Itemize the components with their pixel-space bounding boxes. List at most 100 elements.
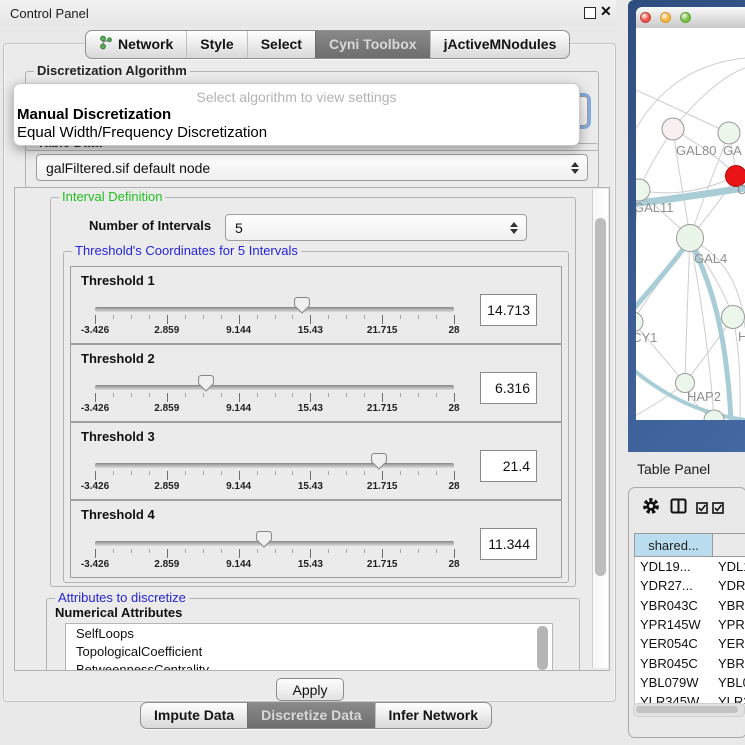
node-label: GCY1 xyxy=(636,330,657,345)
table-cell: YPR1 xyxy=(713,617,745,632)
slider-ticks xyxy=(95,549,454,559)
tab-discretize-data[interactable]: Discretize Data xyxy=(247,703,374,728)
network-node[interactable] xyxy=(722,306,745,329)
slider-thumb[interactable] xyxy=(371,453,387,470)
tick-label: 21.715 xyxy=(367,403,398,414)
tab-network[interactable]: Network xyxy=(86,31,186,58)
column-header[interactable]: shared... xyxy=(635,534,713,557)
network-icon xyxy=(99,35,112,53)
table-row[interactable]: YPR145WYPR1 xyxy=(635,615,745,634)
traffic-light-zoom[interactable] xyxy=(680,12,691,23)
network-node[interactable] xyxy=(677,225,704,252)
tab-style[interactable]: Style xyxy=(186,31,246,58)
scrollbar-thumb[interactable] xyxy=(595,218,606,576)
network-node[interactable] xyxy=(636,312,643,332)
slider-track[interactable] xyxy=(95,307,454,312)
tab-label: Style xyxy=(200,36,233,52)
numerical-attributes-list[interactable]: SelfLoopsTopologicalCoefficientBetweenne… xyxy=(65,623,553,671)
tick-label: 2.859 xyxy=(154,325,179,336)
dropdown-placeholder: Select algorithm to view settings xyxy=(14,89,579,105)
dropdown-option-manual-discretization[interactable]: Manual Discretization xyxy=(17,106,171,123)
slider-thumb[interactable] xyxy=(294,297,310,314)
tab-label: jActiveMNodules xyxy=(444,36,557,52)
tick-label: -3.426 xyxy=(81,325,109,336)
num-intervals-combo[interactable]: 5 xyxy=(225,214,527,241)
numerical-attributes-label: Numerical Attributes xyxy=(55,605,182,620)
traffic-light-minimize[interactable] xyxy=(660,12,671,23)
select-all-checkbox-icon[interactable] xyxy=(696,501,708,519)
tick-label: 21.715 xyxy=(367,325,398,336)
table-row[interactable]: YER054CYER0 xyxy=(635,634,745,653)
threshold-value-field[interactable]: 6.316 xyxy=(480,372,537,404)
group-title: Interval Definition xyxy=(59,190,165,204)
slider-track[interactable] xyxy=(95,541,454,546)
attribute-list-item[interactable]: TopologicalCoefficient xyxy=(66,642,552,660)
column-header[interactable]: na xyxy=(713,534,745,557)
table-cell: YER0 xyxy=(713,636,745,651)
float-window-icon[interactable] xyxy=(584,7,596,19)
threshold-label: Threshold 3 xyxy=(81,429,155,444)
slider-tick-labels: -3.4262.8599.14415.4321.71528 xyxy=(95,481,454,493)
tick-label: 15.43 xyxy=(298,559,323,570)
close-icon[interactable]: ✕ xyxy=(600,3,612,20)
attributes-group: Attributes to discretize Numerical Attri… xyxy=(46,598,580,671)
attribute-list-item[interactable]: BetweennessCentrality xyxy=(66,660,552,671)
dropdown-option-equal-width-frequency[interactable]: Equal Width/Frequency Discretization xyxy=(17,124,267,141)
table-cell: YBL0 xyxy=(713,675,745,690)
slider-track[interactable] xyxy=(95,463,454,468)
table-cell: YBL079W xyxy=(635,675,713,690)
tab-infer-network[interactable]: Infer Network xyxy=(375,703,491,728)
settings-gear-icon[interactable] xyxy=(642,497,660,520)
list-scrollbar-thumb[interactable] xyxy=(537,626,548,670)
horizontal-scrollbar[interactable] xyxy=(633,703,745,717)
threshold-value-field[interactable]: 21.4 xyxy=(480,450,537,482)
split-columns-icon[interactable] xyxy=(670,498,687,519)
combo-arrows-icon xyxy=(510,222,518,234)
deselect-all-checkbox-icon[interactable] xyxy=(712,501,724,519)
threshold-value-field[interactable]: 14.713 xyxy=(480,294,537,326)
slider-thumb[interactable] xyxy=(198,375,214,392)
tab-label: Impute Data xyxy=(154,707,234,723)
network-node[interactable] xyxy=(636,179,650,201)
threshold-panel-4: Threshold 4-3.4262.8599.14415.4321.71528… xyxy=(70,500,562,578)
threshold-value-field[interactable]: 11.344 xyxy=(480,528,537,560)
settings-scroll-viewport: Interval Definition Number of Intervals … xyxy=(14,187,610,671)
view-tabs: Network Style Select Cyni Toolbox jActiveMNo… xyxy=(85,30,570,59)
table-row[interactable]: YBR045CYBR0 xyxy=(635,653,745,672)
tick-label: 28 xyxy=(448,481,459,492)
table-row[interactable]: YDL19...YDL1 xyxy=(635,557,745,576)
slider-thumb[interactable] xyxy=(256,531,272,548)
tick-label: 28 xyxy=(448,403,459,414)
network-canvas[interactable]: GAL80GACGAL11GAL4GCY1HHAP2 xyxy=(636,28,745,420)
table-row[interactable]: YDR27...YDR2 xyxy=(635,576,745,595)
scrollbar-thumb[interactable] xyxy=(636,706,738,713)
threshold-panel-1: Threshold 1-3.4262.8599.14415.4321.71528… xyxy=(70,266,562,344)
table-row[interactable]: YBL079WYBL0 xyxy=(635,673,745,692)
table-panel: shared...na YDL19...YDL1YDR27...YDR2YBR0… xyxy=(628,487,745,738)
slider-tick-labels: -3.4262.8599.14415.4321.71528 xyxy=(95,325,454,337)
table-data-combo[interactable]: galFiltered.sif default node xyxy=(36,154,588,181)
slider-ticks xyxy=(95,393,454,403)
network-node[interactable] xyxy=(718,122,740,144)
control-panel: Control Panel ✕ Network Style Select Cyni T… xyxy=(0,0,616,745)
node-label: H xyxy=(738,329,745,344)
tab-select[interactable]: Select xyxy=(247,31,315,58)
tab-label: Cyni Toolbox xyxy=(329,36,417,52)
table-row[interactable]: YBR043CYBR0 xyxy=(635,596,745,615)
threshold-label: Threshold 4 xyxy=(81,507,155,522)
node-label: GA xyxy=(723,143,742,158)
network-window-titlebar[interactable] xyxy=(636,7,745,29)
traffic-light-close[interactable] xyxy=(640,12,651,23)
apply-button[interactable]: Apply xyxy=(276,678,344,701)
tab-jactivemnodules[interactable]: jActiveMNodules xyxy=(430,31,570,58)
node-label: GAL11 xyxy=(636,200,674,215)
network-node[interactable] xyxy=(662,118,684,140)
tab-cyni-toolbox[interactable]: Cyni Toolbox xyxy=(315,31,430,58)
tab-impute-data[interactable]: Impute Data xyxy=(141,703,247,728)
vertical-scrollbar[interactable] xyxy=(592,189,608,668)
slider-track[interactable] xyxy=(95,385,454,390)
interval-definition-group: Interval Definition Number of Intervals … xyxy=(50,197,576,587)
control-panel-titlebar: Control Panel ✕ xyxy=(0,0,616,26)
tick-label: 21.715 xyxy=(367,481,398,492)
attribute-list-item[interactable]: SelfLoops xyxy=(66,624,552,642)
